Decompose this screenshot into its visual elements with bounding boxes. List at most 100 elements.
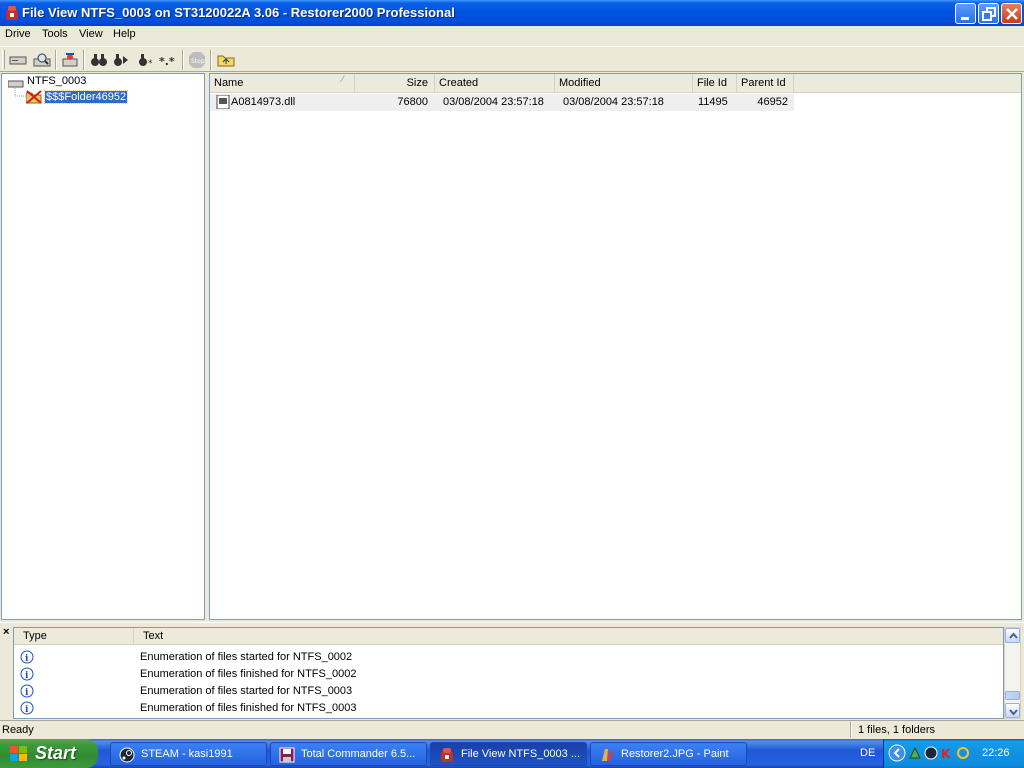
restorer-icon xyxy=(441,748,453,762)
column-size[interactable]: Size xyxy=(355,74,435,92)
column-modified[interactable]: Modified xyxy=(555,74,693,92)
search-drive-button[interactable] xyxy=(32,50,52,70)
table-row[interactable]: A0814973.dll 76800 03/08/2004 23:57:18 0… xyxy=(210,94,794,111)
search-drive-icon xyxy=(33,53,51,67)
column-name[interactable]: Name xyxy=(210,74,355,92)
log-column-type[interactable]: Type xyxy=(14,628,134,644)
svg-text:Stop: Stop xyxy=(191,58,205,65)
log-close-button[interactable]: × xyxy=(3,626,9,638)
file-list[interactable]: Name ∕ Size Created Modified File Id Par… xyxy=(209,73,1022,620)
svg-text:i: i xyxy=(25,654,29,664)
log-row[interactable]: i Enumeration of files started for NTFS_… xyxy=(14,683,1003,700)
network-icon[interactable] xyxy=(908,746,922,760)
scroll-up-button[interactable] xyxy=(1005,628,1020,643)
scroll-thumb[interactable] xyxy=(1005,691,1020,700)
antivirus-icon[interactable]: K xyxy=(940,746,954,760)
status-text: Ready xyxy=(2,724,34,736)
sort-arrow-icon: ∕ xyxy=(342,74,344,84)
chevron-up-icon xyxy=(1009,632,1018,639)
mask-icon: *.* xyxy=(159,55,175,68)
drive-icon xyxy=(9,56,27,65)
task-label: File View NTFS_0003 ... xyxy=(461,748,581,760)
scroll-down-button[interactable] xyxy=(1005,703,1020,718)
taskbar: Start STEAM - kasi1991 Total Commander 6… xyxy=(0,739,1024,768)
log-row[interactable]: i Enumeration of files started for NTFS_… xyxy=(14,649,1003,666)
find-mask-button[interactable]: * xyxy=(136,50,156,70)
log-list[interactable]: Type Text i Enumeration of files started… xyxy=(13,627,1004,719)
steam-icon xyxy=(119,747,135,763)
title-bar[interactable]: File View NTFS_0003 on ST3120022A 3.06 -… xyxy=(0,0,1024,26)
folder-tree[interactable]: NTFS_0003 $$$Folder46952 xyxy=(1,73,205,620)
restore-icon xyxy=(982,7,996,21)
log-text: Enumeration of files finished for NTFS_0… xyxy=(140,702,357,714)
clock[interactable]: 22:26 xyxy=(982,747,1010,759)
menu-help[interactable]: Help xyxy=(113,28,136,40)
stop-button[interactable]: Stop xyxy=(187,50,207,70)
cell-file-id: 11495 xyxy=(698,96,728,108)
task-file-view[interactable]: File View NTFS_0003 ... xyxy=(430,742,587,766)
svg-text:i: i xyxy=(25,705,29,715)
up-folder-icon xyxy=(217,55,235,67)
info-icon: i xyxy=(20,684,34,698)
drive-button[interactable] xyxy=(8,50,28,70)
svg-text:*.*: *.* xyxy=(159,55,175,68)
log-column-text[interactable]: Text xyxy=(134,628,1003,644)
log-text: Enumeration of files started for NTFS_00… xyxy=(140,685,353,697)
cell-name: A0814973.dll xyxy=(231,96,296,108)
svg-text:i: i xyxy=(25,688,29,698)
steam-tray-icon[interactable] xyxy=(924,746,938,760)
svg-text:*: * xyxy=(148,59,153,69)
file-list-header: Name ∕ Size Created Modified File Id Par… xyxy=(210,74,1021,93)
application-window: File View NTFS_0003 on ST3120022A 3.06 -… xyxy=(0,0,1024,768)
task-paint[interactable]: Restorer2.JPG - Paint xyxy=(590,742,747,766)
tree-child-label[interactable]: $$$Folder46952 xyxy=(43,90,129,104)
info-icon: i xyxy=(20,650,34,664)
dll-file-icon xyxy=(216,95,230,109)
status-counts: 1 files, 1 folders xyxy=(858,724,936,736)
floppy-icon xyxy=(279,747,295,763)
start-button[interactable]: Start xyxy=(0,739,98,768)
task-steam[interactable]: STEAM - kasi1991 xyxy=(110,742,267,766)
minimize-button[interactable] xyxy=(955,3,976,24)
find-button[interactable] xyxy=(89,50,109,70)
up-folder-button[interactable] xyxy=(216,50,236,70)
find-next-icon xyxy=(114,54,128,66)
log-scrollbar[interactable] xyxy=(1004,627,1021,719)
cell-created: 03/08/2004 23:57:18 xyxy=(443,96,544,108)
find-next-button[interactable] xyxy=(111,50,131,70)
task-label: Total Commander 6.5... xyxy=(301,748,416,760)
menu-drive[interactable]: Drive xyxy=(5,28,31,40)
toolbar-separator xyxy=(182,50,184,70)
stop-icon: Stop xyxy=(189,52,205,68)
toolbar-grip[interactable] xyxy=(2,50,5,69)
cell-modified: 03/08/2004 23:57:18 xyxy=(563,96,664,108)
log-row[interactable]: i Enumeration of files finished for NTFS… xyxy=(14,666,1003,683)
log-text: Enumeration of files finished for NTFS_0… xyxy=(140,668,357,680)
log-row[interactable]: i Enumeration of files finished for NTFS… xyxy=(14,700,1003,717)
column-parent-id[interactable]: Parent Id xyxy=(737,74,794,92)
mask-button[interactable]: *.* xyxy=(158,50,178,70)
restorer-app-icon xyxy=(6,6,18,20)
chevron-down-icon xyxy=(1009,709,1018,716)
scan-button[interactable] xyxy=(60,50,80,70)
close-button[interactable] xyxy=(1001,3,1022,24)
column-file-id[interactable]: File Id xyxy=(693,74,737,92)
cell-parent-id: 46952 xyxy=(757,96,788,108)
deleted-folder-icon xyxy=(26,90,42,104)
audio-icon[interactable] xyxy=(956,746,970,760)
menu-view[interactable]: View xyxy=(79,28,103,40)
tray-expand-icon[interactable] xyxy=(888,744,906,762)
restore-button[interactable] xyxy=(978,3,999,24)
scan-icon xyxy=(62,53,78,67)
start-label: Start xyxy=(35,743,77,763)
window-title: File View NTFS_0003 on ST3120022A 3.06 -… xyxy=(22,5,455,20)
status-separator xyxy=(850,722,852,738)
language-indicator[interactable]: DE xyxy=(860,747,875,759)
status-bar: Ready 1 files, 1 folders xyxy=(0,720,1024,739)
info-icon: i xyxy=(20,667,34,681)
task-total-commander[interactable]: Total Commander 6.5... xyxy=(270,742,427,766)
tree-root-label[interactable]: NTFS_0003 xyxy=(27,75,86,87)
menu-tools[interactable]: Tools xyxy=(42,28,68,40)
column-created[interactable]: Created xyxy=(435,74,555,92)
log-panel: × Type Text i Enumeration of files start… xyxy=(0,622,1024,719)
